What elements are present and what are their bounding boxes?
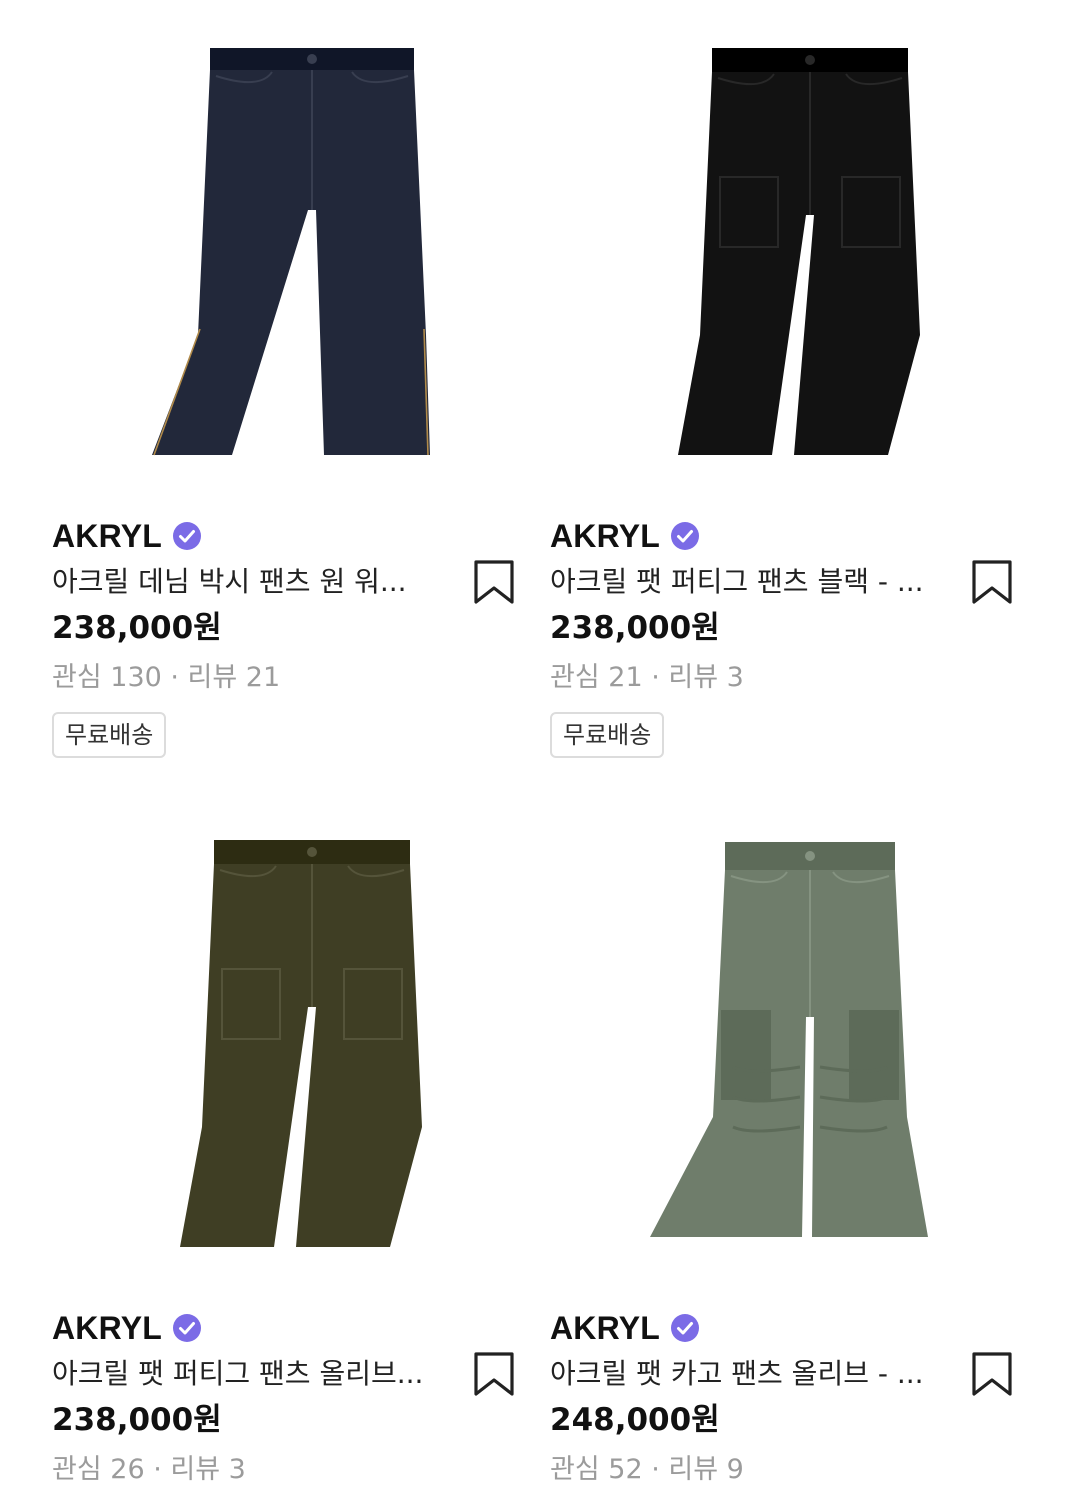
verified-badge-icon bbox=[173, 1314, 202, 1342]
free-shipping-badge: 무료배송 bbox=[550, 712, 665, 758]
product-card[interactable]: AKRYL 아크릴 데님 박시 팬츠 원 워... 238,000원 관심 13… bbox=[52, 0, 522, 758]
pants-button bbox=[805, 55, 815, 65]
brand-name[interactable]: AKRYL bbox=[550, 1310, 660, 1347]
brand-name[interactable]: AKRYL bbox=[52, 518, 162, 555]
product-stats: 관심 26 · 리뷰 3 bbox=[52, 1454, 246, 1485]
product-price: 238,000원 bbox=[550, 610, 720, 646]
product-name[interactable]: 아크릴 팻 퍼티그 팬츠 블랙 - ... bbox=[550, 562, 948, 602]
product-card[interactable]: AKRYL 아크릴 팻 퍼티그 팬츠 올리브... 238,000원 관심 26… bbox=[52, 792, 522, 1485]
product-price: 238,000원 bbox=[52, 1402, 222, 1438]
product-image-svg bbox=[650, 842, 928, 1237]
product-card[interactable]: AKRYL 아크릴 팻 퍼티그 팬츠 블랙 - ... 238,000원 관심 … bbox=[550, 0, 1020, 758]
product-card[interactable]: AKRYL 아크릴 팻 카고 팬츠 올리브 - ... 248,000원 관심 … bbox=[550, 792, 1020, 1485]
product-image[interactable] bbox=[550, 0, 1020, 495]
verified-badge-icon bbox=[173, 522, 202, 550]
bookmark-icon[interactable] bbox=[472, 1350, 516, 1398]
brand-name[interactable]: AKRYL bbox=[52, 1310, 162, 1347]
product-name[interactable]: 아크릴 팻 카고 팬츠 올리브 - ... bbox=[550, 1354, 948, 1394]
pants-cargo-pocket bbox=[849, 1010, 899, 1100]
product-grid: AKRYL 아크릴 데님 박시 팬츠 원 워... 238,000원 관심 13… bbox=[0, 0, 1080, 1488]
pants-body bbox=[678, 72, 920, 455]
free-shipping-badge: 무료배송 bbox=[52, 712, 167, 758]
pants-button bbox=[307, 847, 317, 857]
verified-badge-icon bbox=[671, 1314, 700, 1342]
pants-body bbox=[180, 864, 422, 1247]
pants-button bbox=[805, 851, 815, 861]
verified-badge-icon bbox=[671, 522, 700, 550]
product-image-svg bbox=[678, 48, 920, 455]
product-image-svg bbox=[180, 840, 422, 1247]
product-stats: 관심 52 · 리뷰 9 bbox=[550, 1454, 744, 1485]
product-stats: 관심 130 · 리뷰 21 bbox=[52, 662, 281, 693]
bookmark-icon[interactable] bbox=[970, 558, 1014, 606]
bookmark-icon[interactable] bbox=[472, 558, 516, 606]
bookmark-icon[interactable] bbox=[970, 1350, 1014, 1398]
product-stats: 관심 21 · 리뷰 3 bbox=[550, 662, 744, 693]
product-image[interactable] bbox=[52, 792, 522, 1287]
product-price: 248,000원 bbox=[550, 1402, 720, 1438]
pants-body bbox=[152, 70, 430, 455]
brand-name[interactable]: AKRYL bbox=[550, 518, 660, 555]
product-price: 238,000원 bbox=[52, 610, 222, 646]
pants-cargo-pocket bbox=[721, 1010, 771, 1100]
product-name[interactable]: 아크릴 데님 박시 팬츠 원 워... bbox=[52, 562, 450, 602]
product-name[interactable]: 아크릴 팻 퍼티그 팬츠 올리브... bbox=[52, 1354, 450, 1394]
product-image[interactable] bbox=[550, 792, 1020, 1287]
product-image[interactable] bbox=[52, 0, 522, 495]
pants-button bbox=[307, 54, 317, 64]
product-image-svg bbox=[152, 48, 430, 456]
